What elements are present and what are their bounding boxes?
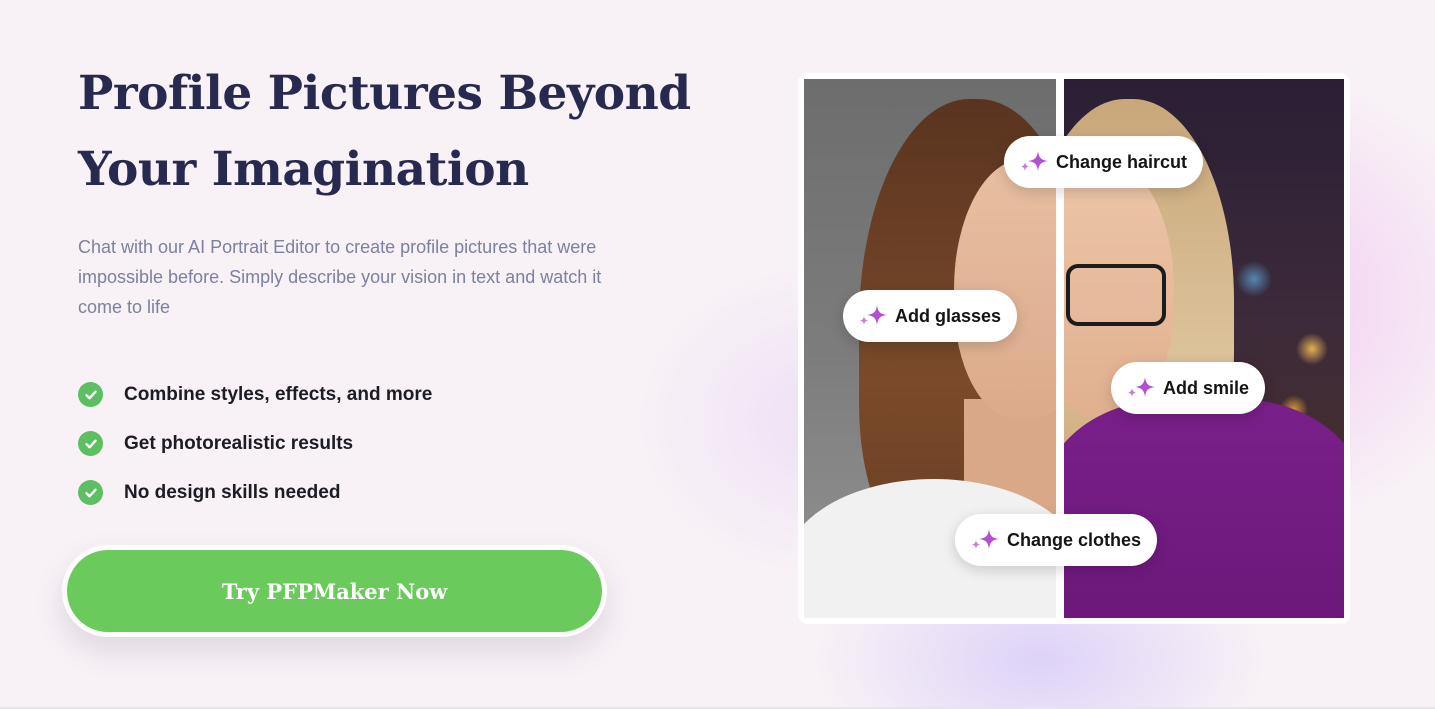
check-circle-icon — [78, 431, 103, 456]
cta-container: Try PFPMaker Now — [62, 545, 607, 637]
check-circle-icon — [78, 480, 103, 505]
title-line-2: Your Imagination — [78, 142, 529, 197]
feature-item: Combine styles, effects, and more — [78, 370, 698, 419]
sparkle-icon — [972, 529, 999, 549]
feature-item: No design skills needed — [78, 468, 698, 517]
check-circle-icon — [78, 382, 103, 407]
hero-subtitle: Chat with our AI Portrait Editor to crea… — [78, 237, 602, 317]
sparkle-icon — [1021, 151, 1048, 171]
tag-label: Change clothes — [1007, 529, 1142, 550]
page-title: Profile Pictures Beyond Your Imagination — [78, 56, 698, 208]
sparkle-icon — [860, 305, 887, 325]
tag-label: Change haircut — [1056, 151, 1188, 172]
feature-label: No design skills needed — [124, 481, 341, 503]
glasses-shape — [1066, 264, 1166, 326]
tag-change-haircut: Change haircut — [1004, 136, 1204, 188]
feature-label: Get photorealistic results — [124, 432, 354, 454]
sparkle-icon — [1128, 377, 1155, 397]
try-pfpmaker-button[interactable]: Try PFPMaker Now — [67, 550, 602, 632]
tag-add-smile: Add smile — [1111, 362, 1266, 414]
feature-list: Combine styles, effects, and more Get ph… — [78, 370, 698, 517]
tag-label: Add glasses — [895, 305, 1002, 326]
hero-content: Profile Pictures Beyond Your Imagination… — [78, 56, 698, 517]
tag-add-glasses: Add glasses — [843, 290, 1018, 342]
sweater-shape — [1064, 399, 1344, 618]
feature-label: Combine styles, effects, and more — [124, 383, 433, 405]
tag-label: Add smile — [1163, 377, 1250, 398]
title-line-1: Profile Pictures Beyond — [78, 66, 691, 121]
tag-change-clothes: Change clothes — [955, 514, 1158, 566]
feature-item: Get photorealistic results — [78, 419, 698, 468]
